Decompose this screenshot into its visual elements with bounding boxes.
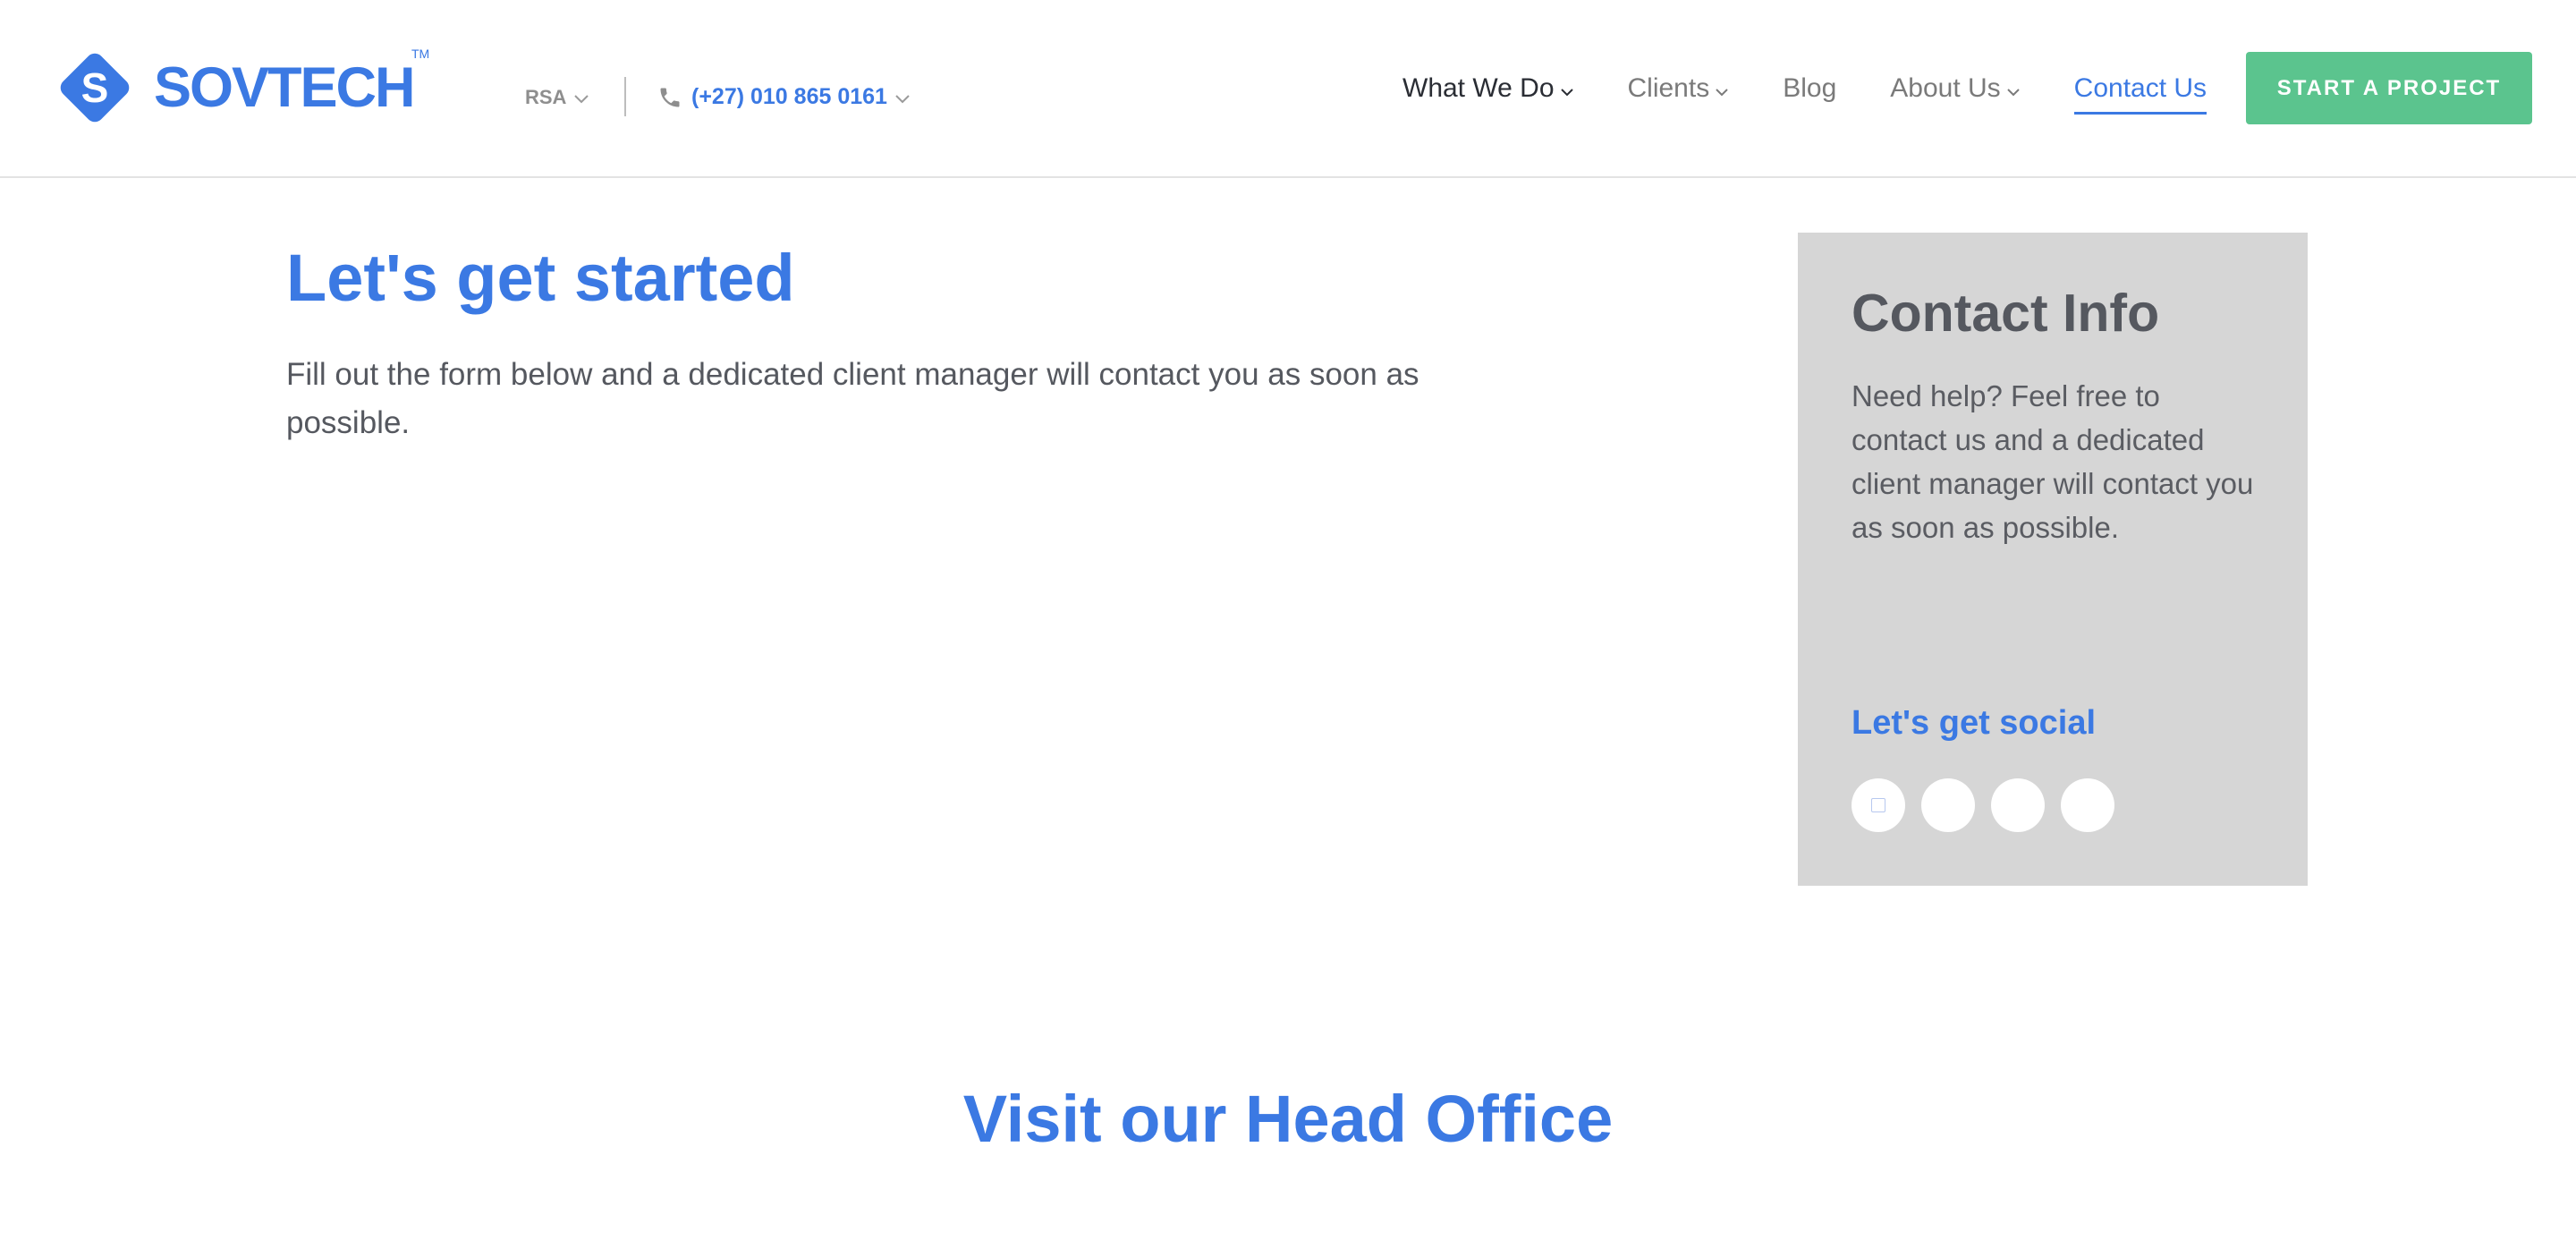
site-header: S SOVTECH TM RSA (+27) 010 865 0161 What…	[0, 0, 2576, 178]
phone-number: (+27) 010 865 0161	[691, 84, 887, 109]
page-subtitle: Fill out the form below and a dedicated …	[286, 357, 1419, 440]
nav-item-label: Clients	[1627, 73, 1710, 103]
chevron-down-icon	[894, 84, 911, 110]
social-links	[1852, 778, 2131, 832]
nav-item-clients[interactable]: Clients	[1628, 73, 1730, 104]
trademark-mark: TM	[411, 47, 430, 61]
social-link-1[interactable]	[1852, 778, 1905, 832]
region-label: RSA	[525, 86, 567, 108]
chevron-down-icon	[1560, 73, 1574, 104]
region-selector[interactable]: RSA	[525, 86, 589, 109]
start-project-button[interactable]: START A PROJECT	[2246, 52, 2532, 124]
social-link-3[interactable]	[1991, 778, 2045, 832]
social-title: Let's get social	[1852, 704, 2097, 742]
nav-item-about-us[interactable]: About Us	[1890, 73, 2020, 104]
nav-item-what-we-do[interactable]: What We Do	[1402, 73, 1574, 104]
svg-text:S: S	[81, 64, 109, 111]
main-nav: What We Do Clients Blog About Us Contact…	[1402, 70, 2260, 115]
phone-icon	[657, 85, 682, 110]
chevron-down-icon	[1715, 73, 1729, 104]
contact-info-title: Contact Info	[1852, 284, 2160, 343]
header-divider	[624, 77, 626, 116]
logo-mark-icon: S	[54, 47, 136, 129]
nav-item-label: About Us	[1890, 73, 2001, 103]
social-link-2[interactable]	[1921, 778, 1975, 832]
nav-item-contact-us[interactable]: Contact Us	[2073, 73, 2207, 115]
social-placeholder-icon	[1871, 798, 1885, 812]
nav-item-label: What We Do	[1402, 73, 1555, 103]
contact-info-card: Contact Info Need help? Feel free to con…	[1798, 233, 2308, 886]
logo-wordmark: SOVTECH	[154, 55, 416, 119]
chevron-down-icon	[573, 86, 589, 109]
social-link-4[interactable]	[2061, 778, 2114, 832]
nav-item-label: Contact Us	[2073, 73, 2207, 103]
nav-item-label: Blog	[1783, 73, 1837, 103]
nav-item-blog[interactable]: Blog	[1783, 73, 1836, 104]
head-office-title: Visit our Head Office	[962, 1082, 1614, 1156]
chevron-down-icon	[2006, 73, 2021, 104]
page-title: Let's get started	[286, 241, 795, 315]
phone-selector[interactable]: (+27) 010 865 0161	[657, 84, 911, 110]
contact-info-text: Need help? Feel free to contact us and a…	[1852, 379, 2254, 544]
sovtech-logo[interactable]: S SOVTECH TM	[54, 45, 429, 131]
